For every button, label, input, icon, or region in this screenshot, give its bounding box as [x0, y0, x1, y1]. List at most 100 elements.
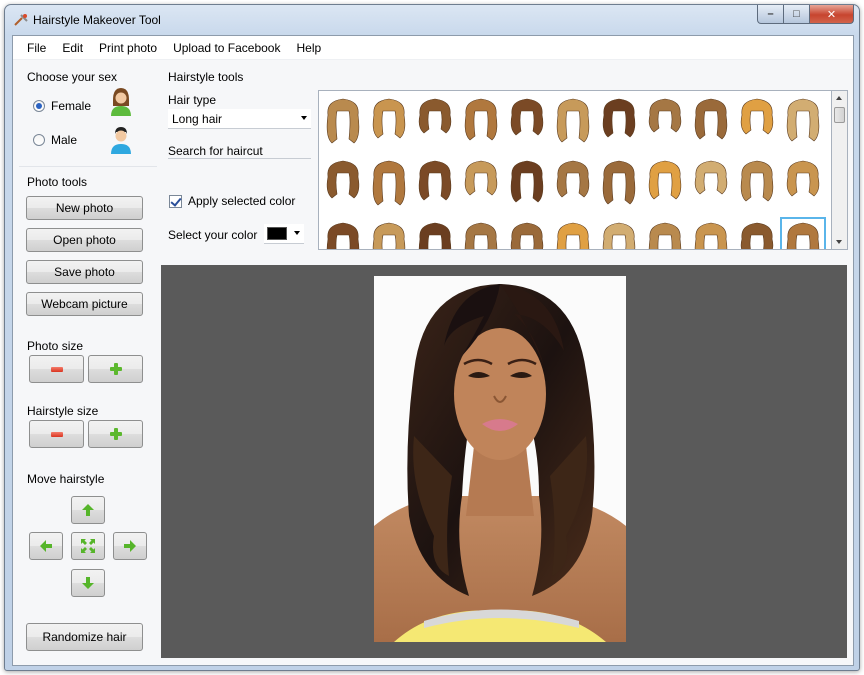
color-picker-select[interactable] — [264, 224, 304, 244]
move-down-button[interactable] — [71, 569, 105, 597]
menu-help[interactable]: Help — [288, 41, 329, 55]
hairstyle-thumbnail[interactable] — [786, 98, 820, 142]
dropdown-arrow-icon — [301, 116, 307, 120]
hair-type-select[interactable]: Long hair — [168, 109, 311, 129]
radio-female-button[interactable] — [33, 100, 45, 112]
hairstyle-thumbnail[interactable] — [510, 222, 544, 250]
gallery-scrollbar[interactable] — [832, 90, 848, 250]
photo-tools-heading: Photo tools — [27, 175, 88, 189]
hairstyle-thumbnail[interactable] — [694, 160, 728, 195]
photo-canvas[interactable] — [161, 265, 847, 658]
hairstyle-thumbnail[interactable] — [740, 98, 774, 135]
menu-file[interactable]: File — [19, 41, 54, 55]
client-area: File Edit Print photo Upload to Facebook… — [12, 35, 854, 666]
title-bar: Hairstyle Makeover Tool – □ ✕ — [5, 5, 859, 35]
randomize-hair-button[interactable]: Randomize hair — [26, 623, 143, 651]
hairstyle-thumbnail[interactable] — [740, 222, 774, 250]
save-photo-button[interactable]: Save photo — [26, 260, 143, 284]
move-right-button[interactable] — [113, 532, 147, 560]
scroll-up-icon[interactable] — [836, 96, 842, 100]
hairstyle-thumbnail[interactable] — [372, 222, 406, 250]
arrow-right-icon — [124, 540, 136, 552]
female-avatar-icon — [111, 88, 131, 116]
search-haircut-label: Search for haircut — [168, 144, 263, 158]
menu-edit[interactable]: Edit — [54, 41, 91, 55]
radio-female[interactable]: Female — [33, 99, 91, 113]
hairstyle-thumbnail[interactable] — [510, 98, 544, 136]
hairstyle-thumbnail[interactable] — [740, 160, 774, 202]
search-haircut-input[interactable] — [168, 158, 311, 159]
apply-color-checkbox-row[interactable]: Apply selected color — [169, 194, 295, 208]
hairstyle-thumbnail[interactable] — [694, 98, 728, 140]
hairstyle-thumbnail[interactable] — [648, 160, 682, 200]
left-panel: Choose your sex Female Male Photo tools — [13, 60, 161, 667]
hairstyle-thumbnail[interactable] — [648, 222, 682, 250]
male-avatar-icon — [111, 127, 131, 154]
hairstyle-thumbnail[interactable] — [418, 222, 452, 250]
model-photo[interactable] — [374, 276, 626, 642]
hairstyle-thumbnail[interactable] — [786, 160, 820, 197]
new-photo-button[interactable]: New photo — [26, 196, 143, 220]
hairstyle-thumbnail[interactable] — [694, 222, 728, 250]
scroll-down-icon[interactable] — [836, 240, 842, 244]
center-hairstyle-button[interactable] — [71, 532, 105, 560]
radio-male[interactable]: Male — [33, 133, 77, 147]
radio-male-label: Male — [51, 133, 78, 147]
hairstyle-thumbnail[interactable] — [464, 222, 498, 250]
hairstyle-size-heading: Hairstyle size — [27, 404, 99, 418]
arrow-left-icon — [40, 540, 52, 552]
hairstyle-thumbnail[interactable] — [372, 98, 406, 139]
radio-male-button[interactable] — [33, 134, 45, 146]
window-title: Hairstyle Makeover Tool — [33, 13, 161, 27]
hairstyle-thumbnail[interactable] — [556, 98, 590, 143]
hairstyle-thumbnail[interactable] — [326, 98, 360, 144]
hairstyle-thumbnail[interactable] — [602, 222, 636, 250]
app-window: Hairstyle Makeover Tool – □ ✕ File Edit … — [4, 4, 860, 671]
hairstyle-size-decrease-button[interactable] — [29, 420, 84, 448]
menu-print-photo[interactable]: Print photo — [91, 41, 165, 55]
photo-size-decrease-button[interactable] — [29, 355, 84, 383]
hairstyle-thumbnail[interactable] — [780, 217, 826, 250]
minus-icon — [50, 431, 63, 437]
hairstyle-thumbnail[interactable] — [418, 160, 452, 201]
menu-upload-facebook[interactable]: Upload to Facebook — [165, 41, 288, 55]
divider — [19, 166, 157, 167]
arrow-down-icon — [82, 577, 94, 589]
hairstyle-thumbnail[interactable] — [326, 160, 360, 199]
hairstyle-size-increase-button[interactable] — [88, 420, 143, 448]
minimize-button[interactable]: – — [757, 5, 784, 24]
choose-sex-heading: Choose your sex — [27, 70, 118, 84]
close-button[interactable]: ✕ — [810, 5, 854, 24]
photo-size-increase-button[interactable] — [88, 355, 143, 383]
arrow-up-icon — [82, 504, 94, 516]
color-swatch — [267, 227, 287, 240]
apply-color-checkbox[interactable] — [169, 194, 182, 208]
plus-icon — [109, 363, 122, 375]
minus-icon — [50, 366, 63, 372]
open-photo-button[interactable]: Open photo — [26, 228, 143, 252]
apply-color-label: Apply selected color — [188, 194, 296, 208]
photo-size-heading: Photo size — [27, 339, 84, 353]
hairstyle-thumbnail[interactable] — [510, 160, 544, 203]
model-portrait-image — [374, 276, 626, 642]
hairstyle-thumbnail[interactable] — [418, 98, 452, 134]
hairstyle-thumbnail[interactable] — [602, 98, 636, 138]
hairstyle-thumbnail[interactable] — [464, 98, 498, 141]
hairstyle-thumbnail[interactable] — [326, 222, 360, 250]
hairstyle-thumbnail[interactable] — [464, 160, 498, 196]
hairstyle-gallery[interactable] — [318, 90, 832, 250]
hairstyle-thumbnail[interactable] — [602, 160, 636, 205]
hairstyle-thumbnails[interactable] — [319, 91, 832, 250]
hairstyle-thumbnail[interactable] — [372, 160, 406, 206]
hairstyle-thumbnail[interactable] — [556, 222, 590, 250]
hairstyle-thumbnail[interactable] — [556, 160, 590, 198]
move-left-button[interactable] — [29, 532, 63, 560]
webcam-picture-button[interactable]: Webcam picture — [26, 292, 143, 316]
hairstyle-thumbnail[interactable] — [648, 98, 682, 133]
move-up-button[interactable] — [71, 496, 105, 524]
scroll-thumb[interactable] — [834, 107, 845, 123]
maximize-button[interactable]: □ — [784, 5, 810, 24]
move-hairstyle-heading: Move hairstyle — [27, 472, 105, 486]
hair-type-value: Long hair — [172, 111, 223, 126]
app-icon — [14, 14, 28, 26]
